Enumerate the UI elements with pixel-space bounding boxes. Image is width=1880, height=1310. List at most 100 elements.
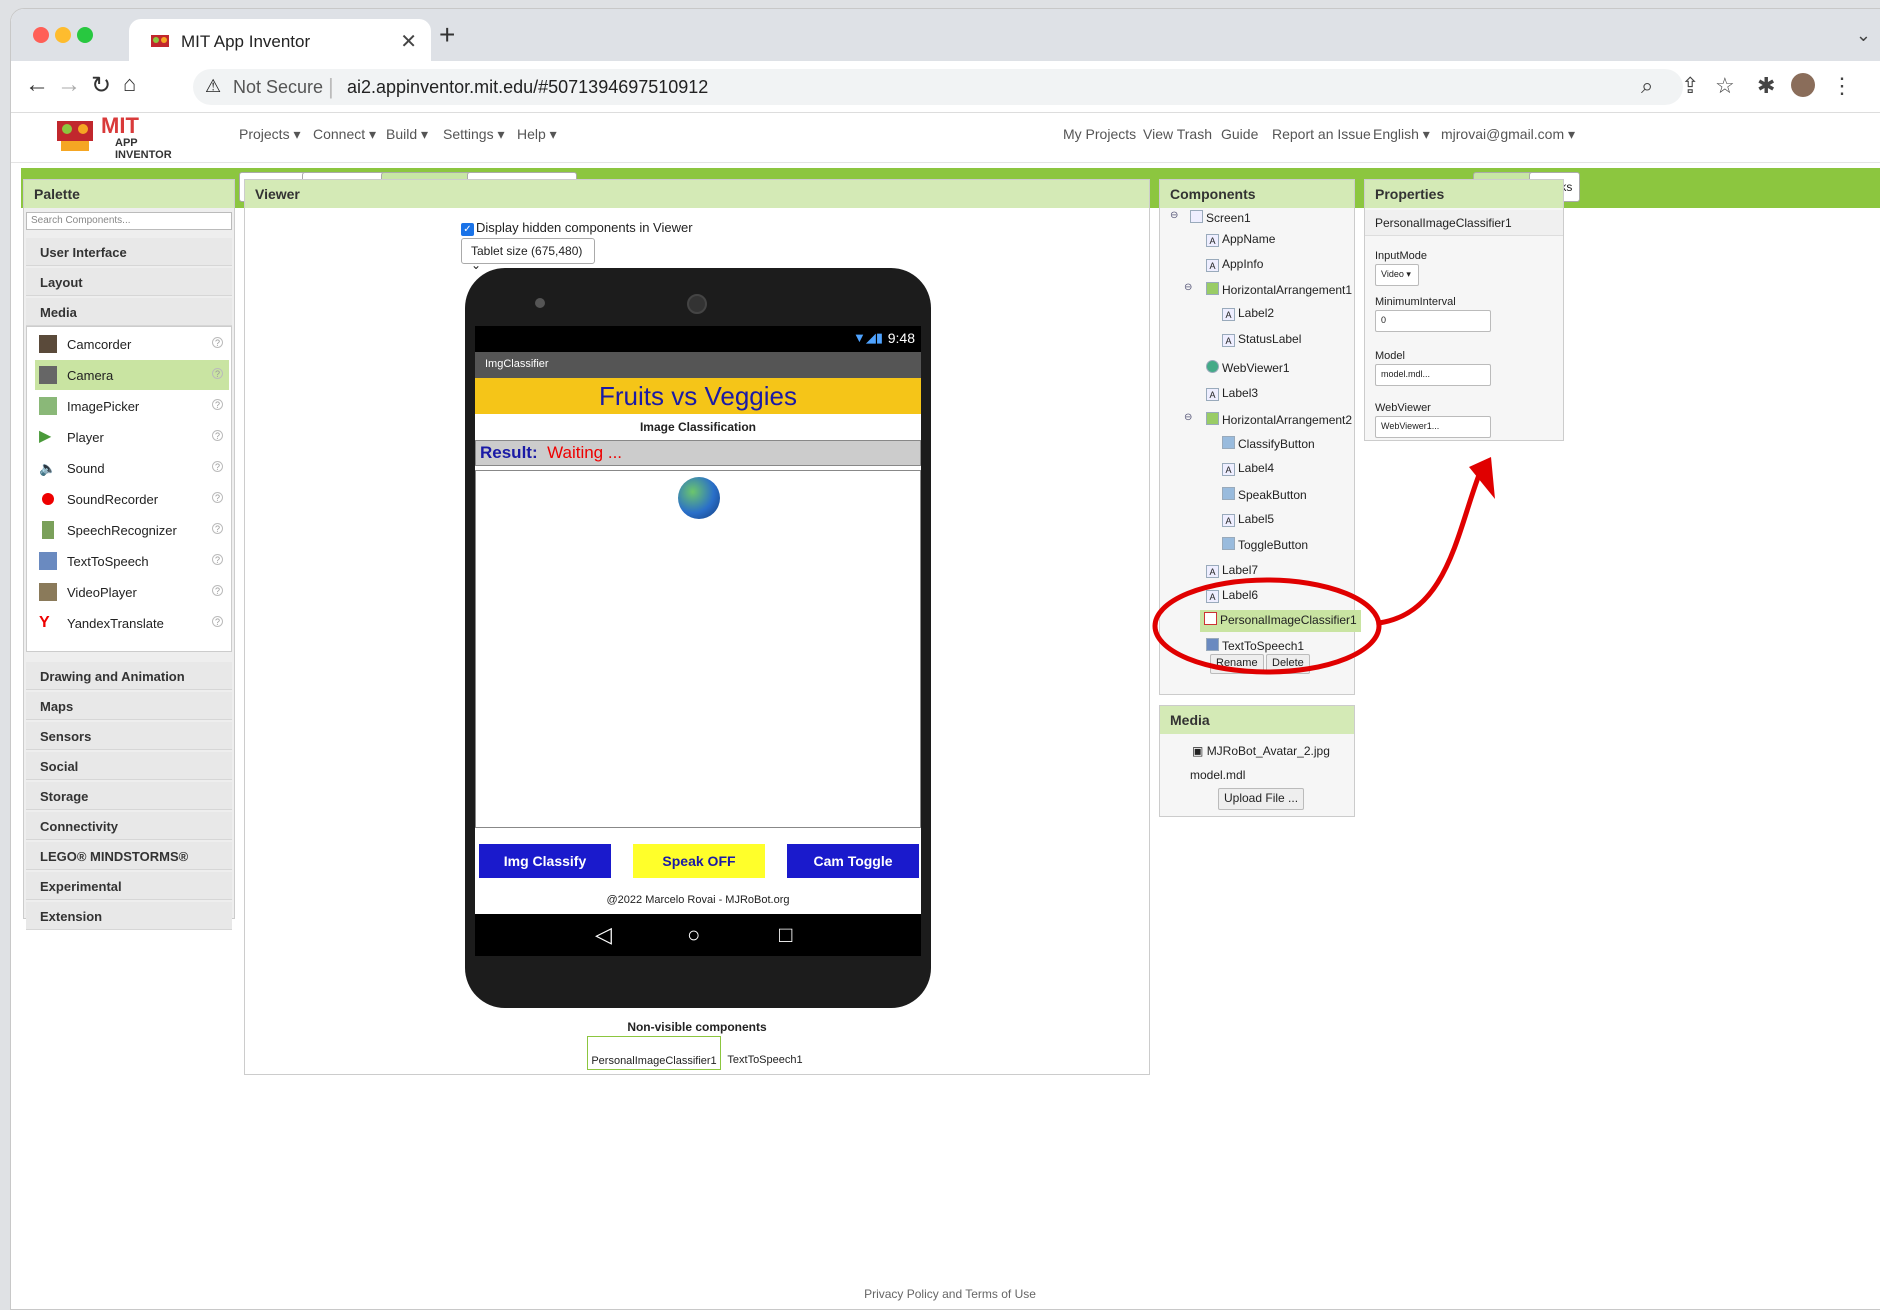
palette-item-speechrecognizer[interactable]: SpeechRecognizer? bbox=[35, 515, 229, 545]
close-window-button[interactable] bbox=[33, 27, 49, 43]
label-icon: A bbox=[1206, 388, 1219, 401]
zoom-icon[interactable]: ⌕ bbox=[1641, 73, 1653, 99]
home-icon[interactable]: ⌂ bbox=[123, 71, 136, 97]
account-menu[interactable]: mjrovai@gmail.com ▾ bbox=[1441, 126, 1575, 143]
category-sensors[interactable]: Sensors bbox=[26, 722, 232, 750]
nonvisible-classifier[interactable]: PersonalImageClassifier1 bbox=[587, 1036, 721, 1070]
mit-app-inventor-logo[interactable]: MIT APP INVENTOR bbox=[53, 113, 183, 161]
app-subheading: Image Classification bbox=[639, 420, 757, 434]
webviewer-input[interactable]: WebViewer1... bbox=[1375, 416, 1491, 438]
film-icon bbox=[39, 583, 57, 601]
tab-list-chevron-icon[interactable]: ⌄ bbox=[1856, 25, 1871, 46]
collapse-toggle-icon[interactable]: ⊖ bbox=[1170, 210, 1178, 221]
palette-item-sound[interactable]: 🔈 Sound? bbox=[35, 453, 229, 483]
category-maps[interactable]: Maps bbox=[26, 692, 232, 720]
search-components-input[interactable]: Search Components... bbox=[26, 212, 232, 230]
category-storage[interactable]: Storage bbox=[26, 782, 232, 810]
help-icon[interactable]: ? bbox=[212, 492, 223, 503]
my-projects-link[interactable]: My Projects bbox=[1063, 126, 1136, 142]
category-extension[interactable]: Extension bbox=[26, 902, 232, 930]
help-icon[interactable]: ? bbox=[212, 368, 223, 379]
help-icon[interactable]: ? bbox=[212, 523, 223, 534]
nonvisible-texttospeech[interactable]: TextToSpeech1 bbox=[725, 1036, 805, 1070]
menu-build[interactable]: Build ▾ bbox=[386, 126, 428, 143]
address-bar[interactable]: ⚠ Not Secure | ai2.appinventor.mit.edu/#… bbox=[193, 69, 1683, 105]
new-tab-button[interactable]: + bbox=[439, 19, 455, 51]
globe-icon bbox=[1206, 360, 1219, 373]
palette-item-videoplayer[interactable]: VideoPlayer? bbox=[35, 577, 229, 607]
palette-item-camera[interactable]: Camera? bbox=[35, 360, 229, 390]
tree-appinfo[interactable]: A AppInfo bbox=[1206, 257, 1263, 279]
guide-link[interactable]: Guide bbox=[1221, 126, 1258, 142]
menu-projects[interactable]: Projects ▾ bbox=[239, 126, 301, 143]
maximize-window-button[interactable] bbox=[77, 27, 93, 43]
nav-recents-icon[interactable]: □ bbox=[779, 922, 792, 948]
label-icon: A bbox=[1206, 234, 1219, 247]
footer-link[interactable]: Privacy Policy and Terms of Use bbox=[11, 1287, 1880, 1301]
menu-help[interactable]: Help ▾ bbox=[517, 126, 557, 143]
cam-toggle-button[interactable]: Cam Toggle bbox=[787, 844, 919, 878]
minimize-window-button[interactable] bbox=[55, 27, 71, 43]
img-classify-button[interactable]: Img Classify bbox=[479, 844, 611, 878]
palette-item-imagepicker[interactable]: ImagePicker? bbox=[35, 391, 229, 421]
language-menu[interactable]: English ▾ bbox=[1373, 126, 1430, 143]
help-icon[interactable]: ? bbox=[212, 616, 223, 627]
browser-tab[interactable]: MIT App Inventor ✕ bbox=[129, 19, 431, 63]
category-connectivity[interactable]: Connectivity bbox=[26, 812, 232, 840]
tree-horizontalarrangement1[interactable]: HorizontalArrangement1 bbox=[1206, 282, 1352, 304]
category-drawing-animation[interactable]: Drawing and Animation bbox=[26, 662, 232, 690]
browser-menu-icon[interactable]: ⋮ bbox=[1831, 73, 1853, 99]
menu-settings[interactable]: Settings ▾ bbox=[443, 126, 505, 143]
report-issue-link[interactable]: Report an Issue bbox=[1272, 126, 1371, 142]
nav-back-icon[interactable]: ◁ bbox=[595, 922, 612, 948]
back-icon[interactable]: ← bbox=[25, 71, 49, 99]
viewer-title: Viewer bbox=[245, 180, 1149, 208]
profile-avatar[interactable] bbox=[1791, 73, 1815, 97]
menu-connect[interactable]: Connect ▾ bbox=[313, 126, 376, 143]
category-social[interactable]: Social bbox=[26, 752, 232, 780]
extensions-icon[interactable]: ✱ bbox=[1757, 73, 1775, 99]
view-trash-link[interactable]: View Trash bbox=[1143, 126, 1212, 142]
minimuminterval-input[interactable]: 0 bbox=[1375, 310, 1491, 332]
category-lego[interactable]: LEGO® MINDSTORMS® bbox=[26, 842, 232, 870]
category-experimental[interactable]: Experimental bbox=[26, 872, 232, 900]
collapse-toggle-icon[interactable]: ⊖ bbox=[1184, 282, 1192, 293]
palette-item-soundrecorder[interactable]: SoundRecorder? bbox=[35, 484, 229, 514]
close-tab-icon[interactable]: ✕ bbox=[400, 29, 417, 54]
nav-home-icon[interactable]: ○ bbox=[687, 922, 700, 948]
front-camera-icon bbox=[687, 294, 707, 314]
tree-appname[interactable]: A AppName bbox=[1206, 232, 1275, 254]
help-icon[interactable]: ? bbox=[212, 337, 223, 348]
category-layout[interactable]: Layout bbox=[26, 268, 232, 296]
help-icon[interactable]: ? bbox=[212, 430, 223, 441]
category-user-interface[interactable]: User Interface bbox=[26, 238, 232, 266]
model-input[interactable]: model.mdl... bbox=[1375, 364, 1491, 386]
reload-icon[interactable]: ↻ bbox=[91, 71, 111, 100]
help-icon[interactable]: ? bbox=[212, 399, 223, 410]
tablet-size-select[interactable]: Tablet size (675,480) ⌄ bbox=[461, 238, 595, 272]
inputmode-label: InputMode bbox=[1375, 250, 1427, 262]
inputmode-select[interactable]: Video ▾ bbox=[1375, 264, 1419, 286]
bookmark-star-icon[interactable]: ☆ bbox=[1715, 73, 1735, 99]
model-label: Model bbox=[1375, 350, 1405, 362]
tree-label2[interactable]: A Label2 bbox=[1222, 306, 1274, 328]
palette-item-player[interactable]: ▶ Player? bbox=[35, 422, 229, 452]
tree-label3[interactable]: A Label3 bbox=[1206, 386, 1258, 408]
help-icon[interactable]: ? bbox=[212, 461, 223, 472]
phone-mockup: ▼◢▮ 9:48 ImgClassifier Fruits vs Veggies … bbox=[465, 268, 931, 1008]
palette-item-texttospeech[interactable]: TextToSpeech? bbox=[35, 546, 229, 576]
tree-webviewer1[interactable]: WebViewer1 bbox=[1206, 360, 1290, 382]
collapse-toggle-icon[interactable]: ⊖ bbox=[1184, 412, 1192, 423]
category-media[interactable]: Media bbox=[26, 298, 232, 326]
speak-toggle-button[interactable]: Speak OFF bbox=[633, 844, 765, 878]
share-icon[interactable]: ⇪ bbox=[1681, 73, 1699, 99]
forward-icon[interactable]: → bbox=[57, 71, 81, 99]
help-icon[interactable]: ? bbox=[212, 554, 223, 565]
help-icon[interactable]: ? bbox=[212, 585, 223, 596]
tree-statuslabel[interactable]: A StatusLabel bbox=[1222, 332, 1301, 354]
display-hidden-checkbox[interactable]: ✓ Display hidden components in Viewer bbox=[461, 220, 693, 236]
tree-screen1[interactable]: Screen1 bbox=[1190, 210, 1251, 232]
tree-horizontalarrangement2[interactable]: HorizontalArrangement2 bbox=[1206, 412, 1352, 434]
palette-item-camcorder[interactable]: Camcorder? bbox=[35, 329, 229, 359]
palette-item-yandextranslate[interactable]: Y YandexTranslate? bbox=[35, 608, 229, 638]
